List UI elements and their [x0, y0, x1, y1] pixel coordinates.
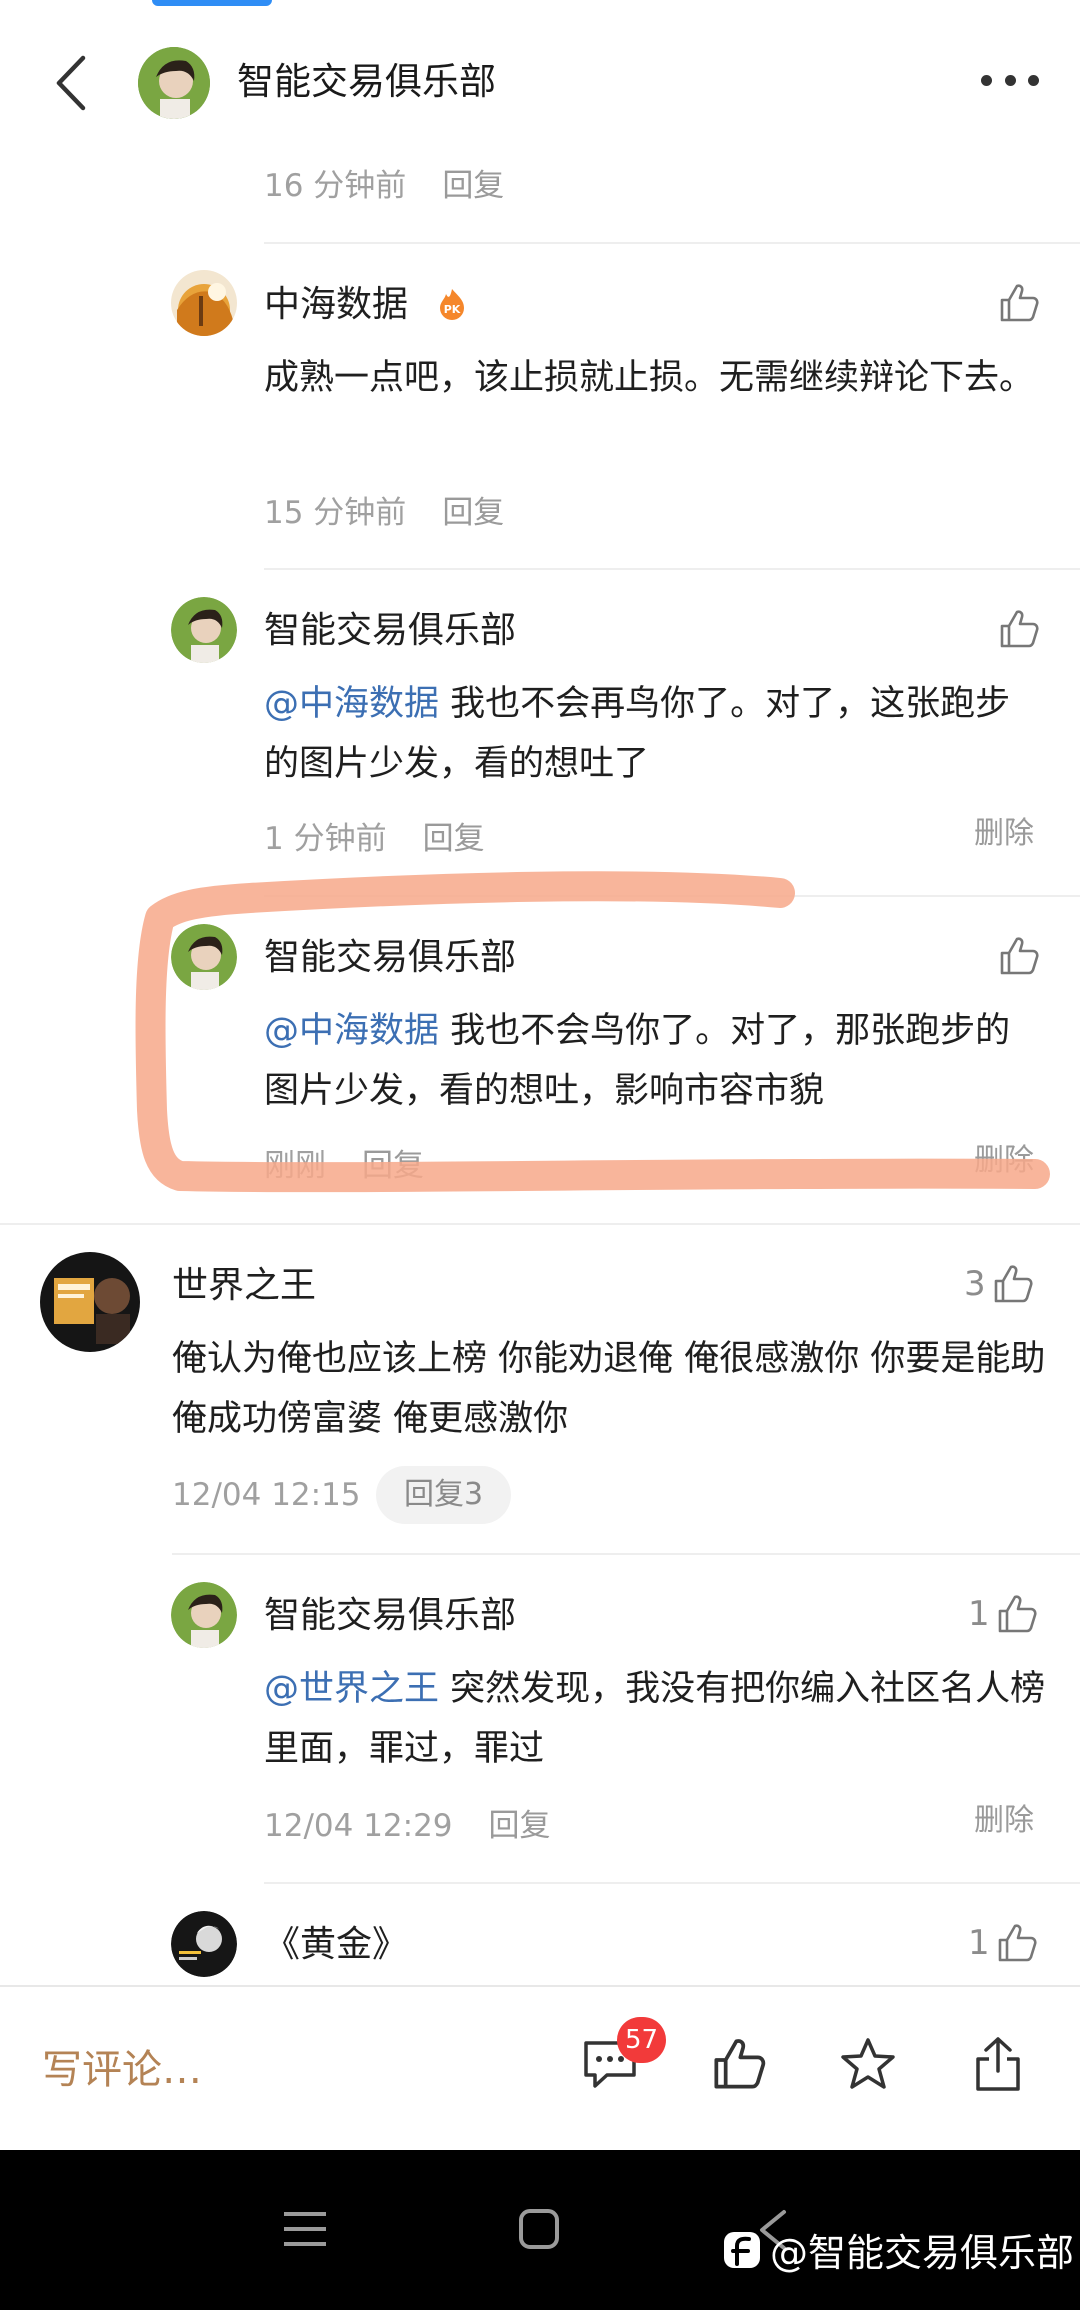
comment-username[interactable]: 《黄金》 [264, 1920, 408, 1970]
write-comment-input[interactable]: 写评论… [42, 2037, 202, 2095]
mention-link[interactable]: @中海数据 [264, 684, 439, 724]
like-button[interactable]: 1 [968, 1922, 1038, 1964]
system-navigation-bar: @智能交易俱乐部 [0, 2150, 1080, 2310]
square-icon [519, 2209, 559, 2249]
comment-meta: 12/04 12:29 回复 [264, 1804, 551, 1848]
comment-text: 俺认为俺也应该上榜 你能劝退俺 俺很感激你 你要是能助俺成功傍富婆 俺更感激你 [172, 1339, 1046, 1439]
user-avatar[interactable] [171, 1582, 237, 1648]
comment-username[interactable]: 智能交易俱乐部 [264, 933, 516, 983]
more-dot-icon [1004, 74, 1016, 86]
status-pill [152, 0, 272, 6]
like-count: 1 [968, 1923, 990, 1963]
comment-time: 16 分钟前 [264, 168, 407, 204]
delete-button[interactable]: 删除 [974, 1795, 1034, 1839]
share-icon [976, 2037, 1020, 2091]
menu-lines-icon [284, 2212, 326, 2246]
home-button[interactable] [518, 2208, 560, 2254]
app-logo-icon [724, 2231, 760, 2268]
top-header: 智能交易俱乐部 [0, 0, 1080, 160]
thumbs-up-icon [714, 2039, 766, 2089]
reply-link[interactable]: 回复 [489, 1808, 551, 1844]
thumbs-up-icon [1000, 284, 1039, 322]
bottom-action-bar: 写评论… 57 [0, 1985, 1080, 2150]
comment-text: @中海数据 我也不会再鸟你了。对了，这张跑步的图片少发，看的想吐了 [264, 684, 1011, 784]
like-button[interactable]: 3 [964, 1263, 1034, 1305]
favorite-button[interactable] [833, 2029, 903, 2099]
thumbs-up-icon [998, 1595, 1037, 1633]
comment-text: 成熟一点吧，该止损就止损。无需继续辩论下去。 [264, 358, 1035, 398]
comment-meta: 16 分钟前 回复 [264, 164, 504, 208]
comment-username[interactable]: 中海数据 [264, 280, 408, 330]
star-icon [841, 2038, 895, 2089]
view-replies-button[interactable]: 回复3 [376, 1466, 512, 1524]
page-title: 智能交易俱乐部 [237, 60, 496, 103]
like-button[interactable]: 1 [968, 1593, 1038, 1635]
like-button[interactable] [998, 282, 1040, 324]
watermark-text: @智能交易俱乐部 [770, 2231, 1075, 2275]
comment-text: @世界之王 突然发现，我没有把你编入社区名人榜里面，罪过，罪过 [264, 1669, 1046, 1769]
user-avatar[interactable] [171, 1911, 237, 1977]
thumbs-up-icon [998, 1924, 1037, 1962]
thumbs-up-icon [1000, 610, 1039, 648]
user-avatar[interactable] [40, 1252, 140, 1352]
like-button[interactable] [998, 608, 1040, 650]
more-dot-icon [1028, 74, 1039, 86]
reply-link[interactable]: 回复 [362, 1148, 424, 1184]
chevron-left-icon [56, 55, 86, 111]
delete-button[interactable]: 删除 [974, 808, 1034, 852]
comment-time: 15 分钟前 [264, 495, 407, 531]
recent-apps-button[interactable] [284, 2210, 326, 2252]
comment-time: 刚刚 [264, 1148, 326, 1184]
more-options-button[interactable] [975, 60, 1045, 100]
thumbs-up-icon [994, 1265, 1033, 1303]
comment-time: 1 分钟前 [264, 821, 387, 857]
like-count: 1 [968, 1594, 990, 1634]
comment-meta: 15 分钟前 回复 [264, 491, 504, 535]
divider [0, 1223, 1080, 1225]
pk-badge-icon: PK [436, 288, 468, 320]
divider [264, 568, 1080, 570]
user-avatar[interactable] [171, 597, 237, 663]
svg-text:PK: PK [444, 303, 461, 316]
thumbs-up-icon [1000, 937, 1039, 975]
comment-text: @中海数据 我也不会鸟你了。对了，那张跑步的图片少发，看的想吐，影响市容市貌 [264, 1011, 1011, 1111]
mention-link[interactable]: @世界之王 [264, 1669, 439, 1709]
user-avatar[interactable] [171, 924, 237, 990]
reply-link[interactable]: 回复 [423, 821, 485, 857]
delete-button[interactable]: 删除 [974, 1135, 1034, 1179]
comment-username[interactable]: 智能交易俱乐部 [264, 1591, 516, 1641]
comment-meta: 刚刚 回复 [264, 1144, 424, 1188]
like-article-button[interactable] [704, 2029, 774, 2099]
user-avatar[interactable] [171, 270, 237, 336]
header-avatar[interactable] [138, 47, 210, 119]
comment-time: 12/04 12:29 [264, 1808, 453, 1844]
back-button[interactable] [40, 48, 100, 118]
like-button[interactable] [998, 935, 1040, 977]
comment-username[interactable]: 智能交易俱乐部 [264, 606, 516, 656]
divider [172, 1553, 1080, 1555]
divider [264, 895, 1080, 897]
comment-username[interactable]: 世界之王 [172, 1261, 316, 1311]
watermark: @智能交易俱乐部 [722, 2222, 1074, 2277]
comment-time: 12/04 12:15 [172, 1477, 361, 1513]
reply-link[interactable]: 回复 [442, 495, 504, 531]
divider [264, 1882, 1080, 1884]
reply-link[interactable]: 回复 [442, 168, 504, 204]
comment-count-badge: 57 [617, 2017, 667, 2063]
more-dot-icon [981, 74, 992, 86]
comment-meta: 1 分钟前 回复 [264, 817, 485, 861]
share-button[interactable] [963, 2029, 1033, 2099]
divider [264, 242, 1080, 244]
mention-link[interactable]: @中海数据 [264, 1011, 439, 1051]
like-count: 3 [964, 1264, 986, 1304]
